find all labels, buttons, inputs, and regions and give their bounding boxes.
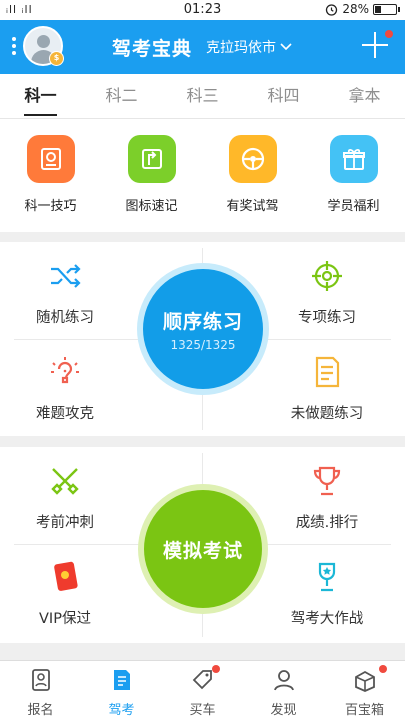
feature-test-drive[interactable]: 有奖试驾 [202,119,303,232]
note-pen-icon [113,670,130,690]
city-label: 克拉玛依市 [206,40,276,56]
nav-label: 报名 [27,703,54,718]
notification-dot [379,665,387,673]
special-practice-label: 专项练习 [298,310,356,326]
battle-button[interactable]: 驾考大作战 [257,559,397,628]
book-icon [26,135,75,183]
nav-label: 驾考 [108,703,135,718]
feature-label: 科一技巧 [24,199,77,214]
red-envelope-icon [54,561,78,591]
notification-dot [385,30,393,38]
nav-discover[interactable]: 发现 [243,661,324,720]
shuffle-icon [51,264,81,288]
gift-icon [329,135,378,183]
practice-section: 随机练习 专项练习 难题攻克 未做题练习 顺序练习 1325/1325 [0,242,405,436]
ranking-button[interactable]: 成绩.排行 [257,463,397,532]
mock-exam-button[interactable]: 模拟考试 [138,484,268,614]
target-icon [312,261,342,291]
bottom-nav: 报名 驾考 买车 发现 百宝箱 [0,660,405,720]
feature-label: 图标速记 [125,199,178,214]
random-practice-button[interactable]: 随机练习 [0,258,135,327]
hard-questions-label: 难题攻克 [36,406,94,422]
nav-toolbox[interactable]: 百宝箱 [324,661,405,720]
sprint-label: 考前冲刺 [36,515,94,531]
person-icon [273,670,294,691]
status-bar: ᵢll ᵢll 01:23 28% [0,0,405,20]
battery-icon [373,3,400,15]
random-practice-label: 随机练习 [36,310,94,326]
feature-benefits[interactable]: 学员福利 [303,119,404,232]
trophy-icon [313,466,341,496]
steering-icon [228,135,277,183]
app-root: ᵢll ᵢll 01:23 28% $ 驾考宝典 克拉玛依市 科一 科二 科三 … [0,0,405,720]
nav-label: 买车 [189,703,216,718]
sprint-button[interactable]: 考前冲刺 [0,463,135,532]
crossed-swords-icon [51,468,79,495]
feature-signs[interactable]: 图标速记 [101,119,202,232]
treasure-box-icon [354,670,375,692]
sequential-practice-label: 顺序练习 [162,310,243,333]
tab-subject-3[interactable]: 科三 [162,74,243,118]
battery-percent: 28% [342,2,369,16]
subject-tabs: 科一 科二 科三 科四 拿本 [0,74,405,118]
document-icon [315,356,340,388]
more-menu-icon[interactable] [12,37,16,58]
vip-pass-label: VIP保过 [39,611,91,627]
chevron-down-icon [280,43,292,51]
question-bulb-icon [51,357,79,384]
notification-dot [212,665,220,673]
nav-label: 发现 [270,703,297,718]
practice-progress: 1325/1325 [170,337,236,352]
tab-subject-1[interactable]: 科一 [0,74,81,118]
cup-icon [318,562,336,592]
app-title: 驾考宝典 [112,38,193,60]
nav-label: 百宝箱 [344,703,384,718]
hard-questions-button[interactable]: 难题攻克 [0,354,135,423]
nav-buy-car[interactable]: 买车 [162,661,243,720]
feature-label: 学员福利 [327,199,380,214]
tab-subject-2[interactable]: 科二 [81,74,162,118]
exam-section: 考前冲刺 成绩.排行 VIP保过 驾考大作战 模拟考试 [0,447,405,643]
status-right: 28% [325,2,400,16]
nav-signup[interactable]: 报名 [0,661,81,720]
add-button[interactable] [362,32,388,58]
city-selector[interactable]: 克拉玛依市 [206,37,292,57]
ranking-label: 成绩.排行 [295,515,359,531]
special-practice-button[interactable]: 专项练习 [257,258,397,327]
app-header: $ 驾考宝典 克拉玛依市 [0,20,405,74]
feature-label: 有奖试驾 [226,199,279,214]
id-card-icon [31,669,50,691]
sign-icon [127,135,176,183]
tab-get-license[interactable]: 拿本 [324,74,405,118]
battle-label: 驾考大作战 [290,611,364,627]
undone-practice-label: 未做题练习 [290,406,364,422]
undone-practice-button[interactable]: 未做题练习 [257,354,397,423]
tab-subject-4[interactable]: 科四 [243,74,324,118]
nav-exam[interactable]: 驾考 [81,661,162,720]
coin-badge-icon: $ [49,51,64,66]
alarm-icon [326,3,338,16]
sequential-practice-button[interactable]: 顺序练习 1325/1325 [137,263,269,395]
feature-tips[interactable]: 科一技巧 [0,119,101,232]
feature-row: 科一技巧 图标速记 有奖试驾 学员福利 [0,118,405,232]
vip-pass-button[interactable]: VIP保过 [0,559,135,628]
mock-exam-label: 模拟考试 [162,539,243,562]
